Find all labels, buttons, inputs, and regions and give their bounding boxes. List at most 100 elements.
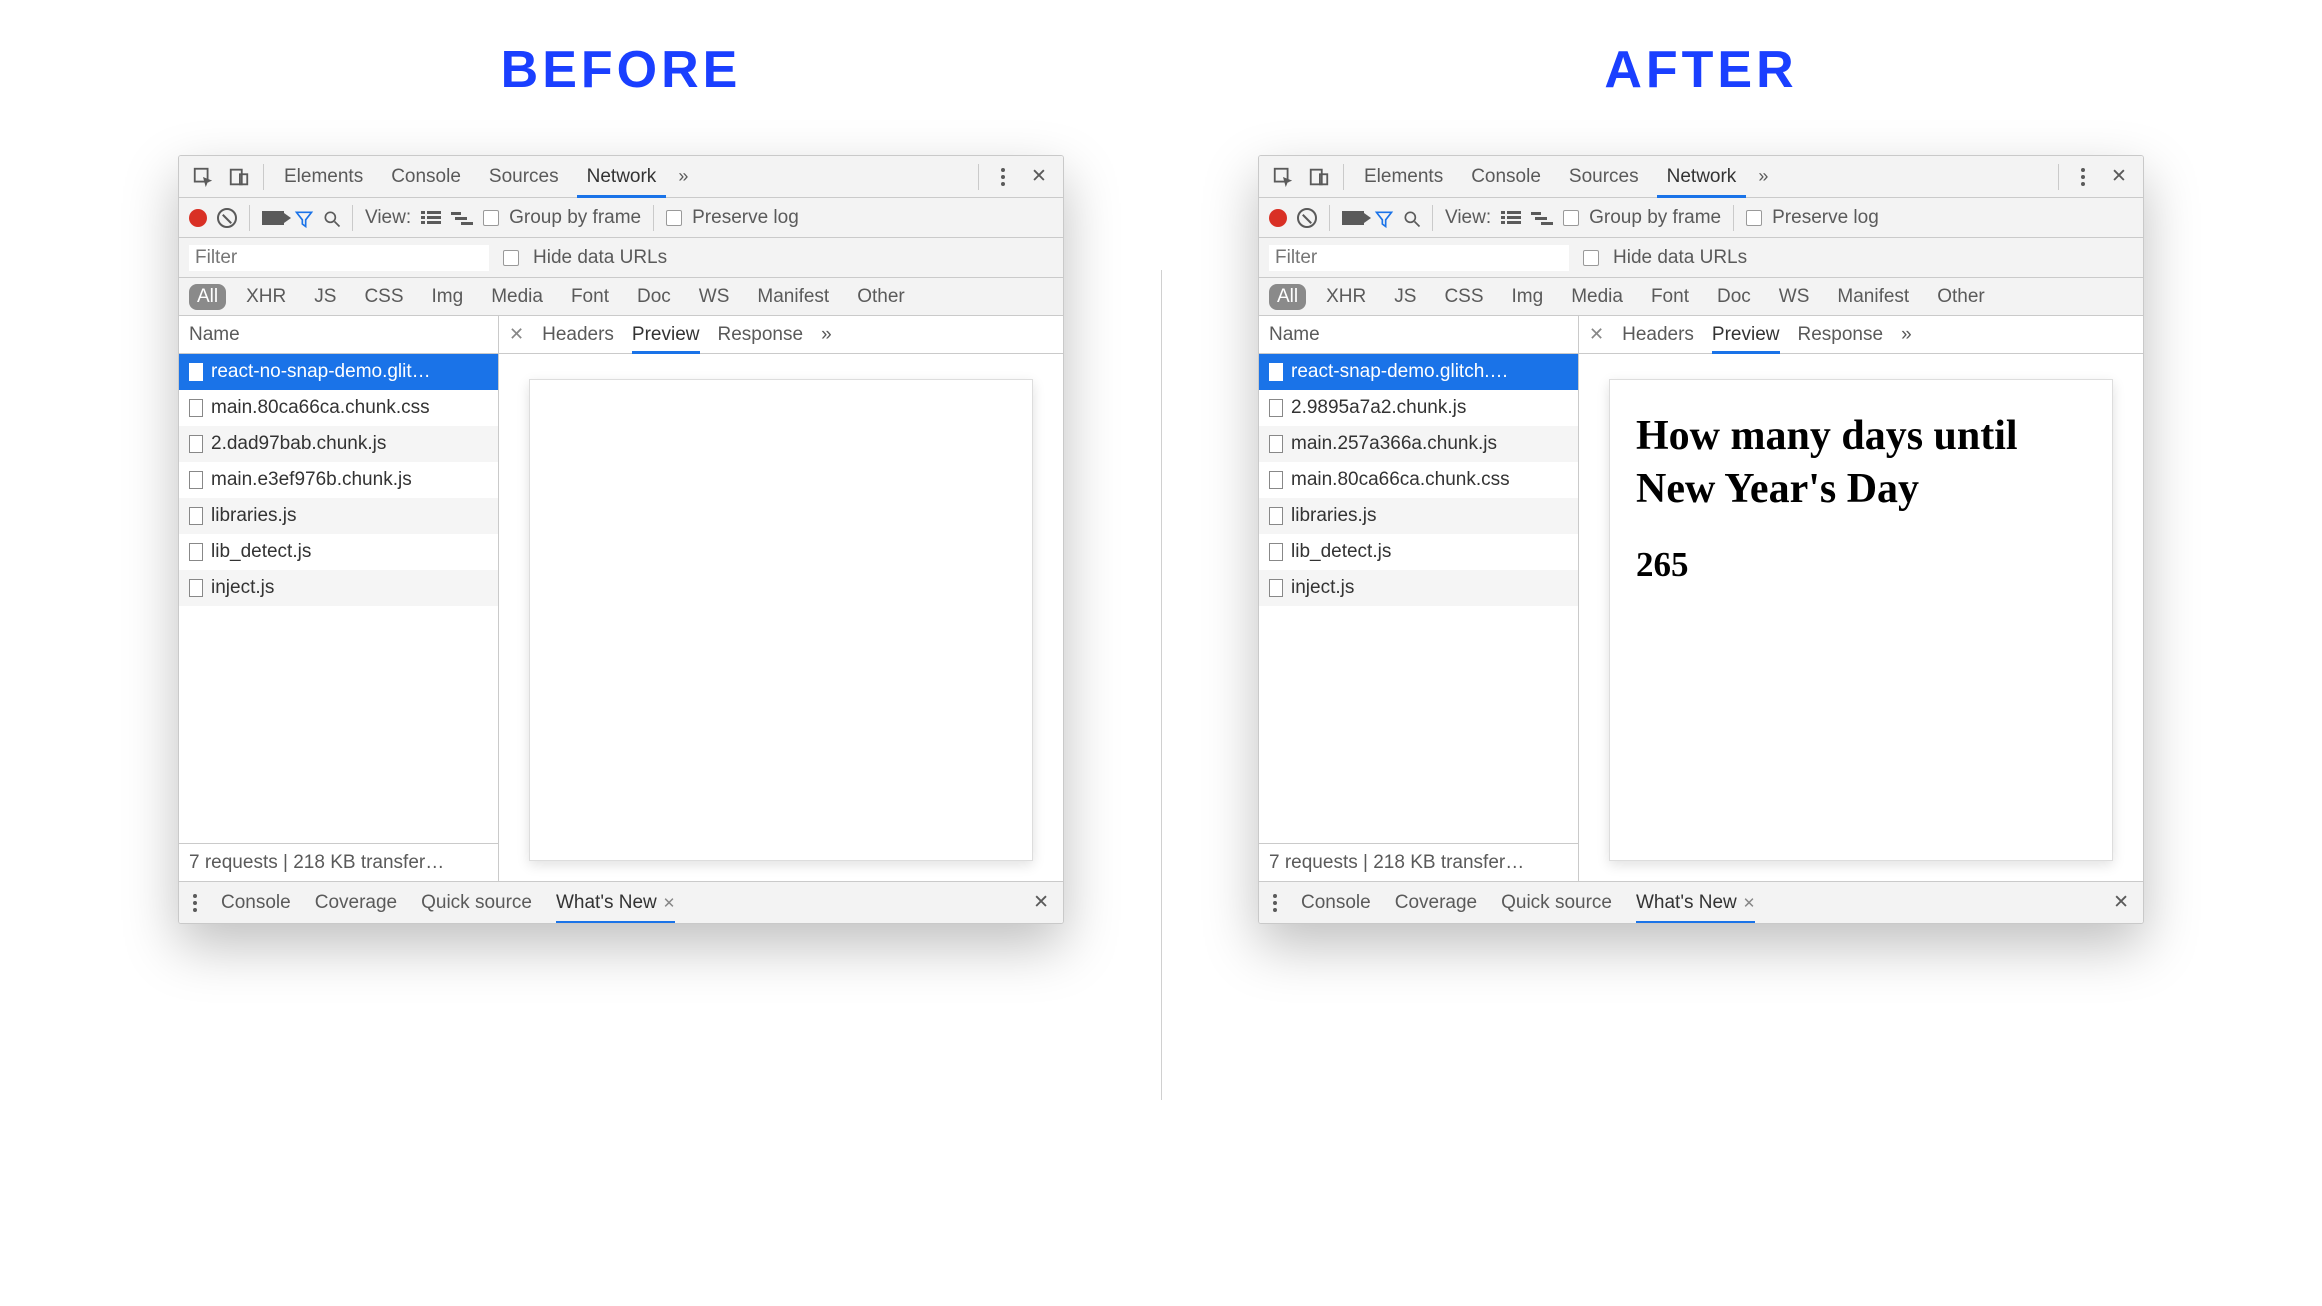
chip-other[interactable]: Other [849,284,913,310]
filter-icon[interactable] [294,209,312,227]
filter-input[interactable] [189,245,489,271]
tab-preview[interactable]: Preview [1712,316,1780,353]
chip-manifest[interactable]: Manifest [749,284,837,310]
tab-sources[interactable]: Sources [479,156,569,197]
name-column-header[interactable]: Name [179,316,498,354]
chip-all[interactable]: All [1269,284,1306,310]
chip-ws[interactable]: WS [1771,284,1818,310]
tab-sources[interactable]: Sources [1559,156,1649,197]
record-icon[interactable] [189,209,207,227]
chip-js[interactable]: JS [306,284,344,310]
hide-data-urls-checkbox[interactable] [1583,250,1599,266]
drawer-kebab-icon[interactable] [193,894,197,912]
tab-console[interactable]: Console [1461,156,1551,197]
tab-elements[interactable]: Elements [274,156,373,197]
drawer-whats-new[interactable]: What's New✕ [556,882,675,923]
request-row[interactable]: inject.js [179,570,498,606]
request-row[interactable]: libraries.js [1259,498,1578,534]
inspect-icon[interactable] [189,163,217,191]
tab-elements[interactable]: Elements [1354,156,1453,197]
chip-ws[interactable]: WS [691,284,738,310]
tab-headers[interactable]: Headers [542,316,614,353]
close-details-icon[interactable]: ✕ [1589,324,1604,345]
chip-css[interactable]: CSS [1436,284,1491,310]
hide-data-urls-checkbox[interactable] [503,250,519,266]
request-row[interactable]: main.e3ef976b.chunk.js [179,462,498,498]
drawer-close-icon[interactable]: ✕ [1033,891,1049,914]
drawer-quick-source[interactable]: Quick source [1501,882,1612,923]
more-detail-tabs-icon[interactable]: » [821,324,832,346]
tab-console[interactable]: Console [381,156,471,197]
name-column-header[interactable]: Name [1259,316,1578,354]
tab-headers[interactable]: Headers [1622,316,1694,353]
screenshot-icon[interactable] [262,211,284,225]
chip-js[interactable]: JS [1386,284,1424,310]
chip-xhr[interactable]: XHR [238,284,294,310]
drawer-coverage[interactable]: Coverage [315,882,397,923]
request-row[interactable]: 2.9895a7a2.chunk.js [1259,390,1578,426]
device-toggle-icon[interactable] [225,163,253,191]
tab-network[interactable]: Network [577,156,667,197]
request-row[interactable]: inject.js [1259,570,1578,606]
chip-xhr[interactable]: XHR [1318,284,1374,310]
drawer-kebab-icon[interactable] [1273,894,1277,912]
request-row[interactable]: react-no-snap-demo.glit… [179,354,498,390]
clear-icon[interactable] [1297,208,1317,228]
request-row[interactable]: libraries.js [179,498,498,534]
request-row[interactable]: lib_detect.js [1259,534,1578,570]
drawer-whats-new[interactable]: What's New✕ [1636,882,1755,923]
large-rows-icon[interactable] [421,210,441,226]
device-toggle-icon[interactable] [1305,163,1333,191]
inspect-icon[interactable] [1269,163,1297,191]
request-row[interactable]: main.257a366a.chunk.js [1259,426,1578,462]
chip-media[interactable]: Media [1563,284,1631,310]
kebab-menu-icon[interactable] [989,163,1017,191]
request-row[interactable]: main.80ca66ca.chunk.css [1259,462,1578,498]
request-row[interactable]: main.80ca66ca.chunk.css [179,390,498,426]
chip-doc[interactable]: Doc [629,284,679,310]
group-by-frame-checkbox[interactable] [1563,210,1579,226]
chip-manifest[interactable]: Manifest [1829,284,1917,310]
tab-preview[interactable]: Preview [632,316,700,353]
request-row[interactable]: lib_detect.js [179,534,498,570]
request-row[interactable]: 2.dad97bab.chunk.js [179,426,498,462]
close-icon[interactable]: ✕ [2105,163,2133,191]
tab-response[interactable]: Response [718,316,804,353]
chip-img[interactable]: Img [424,284,472,310]
request-row[interactable]: react-snap-demo.glitch.… [1259,354,1578,390]
chip-all[interactable]: All [189,284,226,310]
close-icon[interactable]: ✕ [1025,163,1053,191]
chip-img[interactable]: Img [1504,284,1552,310]
drawer-console[interactable]: Console [221,882,291,923]
preserve-log-checkbox[interactable] [1746,210,1762,226]
screenshot-icon[interactable] [1342,211,1364,225]
drawer-console[interactable]: Console [1301,882,1371,923]
more-detail-tabs-icon[interactable]: » [1901,324,1912,346]
search-icon[interactable] [322,209,340,227]
chip-font[interactable]: Font [1643,284,1697,310]
search-icon[interactable] [1402,209,1420,227]
drawer-quick-source[interactable]: Quick source [421,882,532,923]
tab-response[interactable]: Response [1798,316,1884,353]
clear-icon[interactable] [217,208,237,228]
chip-doc[interactable]: Doc [1709,284,1759,310]
drawer-close-icon[interactable]: ✕ [2113,891,2129,914]
more-tabs-icon[interactable]: » [1754,166,1772,187]
chip-other[interactable]: Other [1929,284,1993,310]
record-icon[interactable] [1269,209,1287,227]
large-rows-icon[interactable] [1501,210,1521,226]
close-details-icon[interactable]: ✕ [509,324,524,345]
waterfall-view-icon[interactable] [451,210,473,226]
chip-media[interactable]: Media [483,284,551,310]
kebab-menu-icon[interactable] [2069,163,2097,191]
filter-icon[interactable] [1374,209,1392,227]
waterfall-view-icon[interactable] [1531,210,1553,226]
tab-network[interactable]: Network [1657,156,1747,197]
more-tabs-icon[interactable]: » [674,166,692,187]
drawer-coverage[interactable]: Coverage [1395,882,1477,923]
filter-input[interactable] [1269,245,1569,271]
chip-font[interactable]: Font [563,284,617,310]
chip-css[interactable]: CSS [356,284,411,310]
group-by-frame-checkbox[interactable] [483,210,499,226]
preserve-log-checkbox[interactable] [666,210,682,226]
